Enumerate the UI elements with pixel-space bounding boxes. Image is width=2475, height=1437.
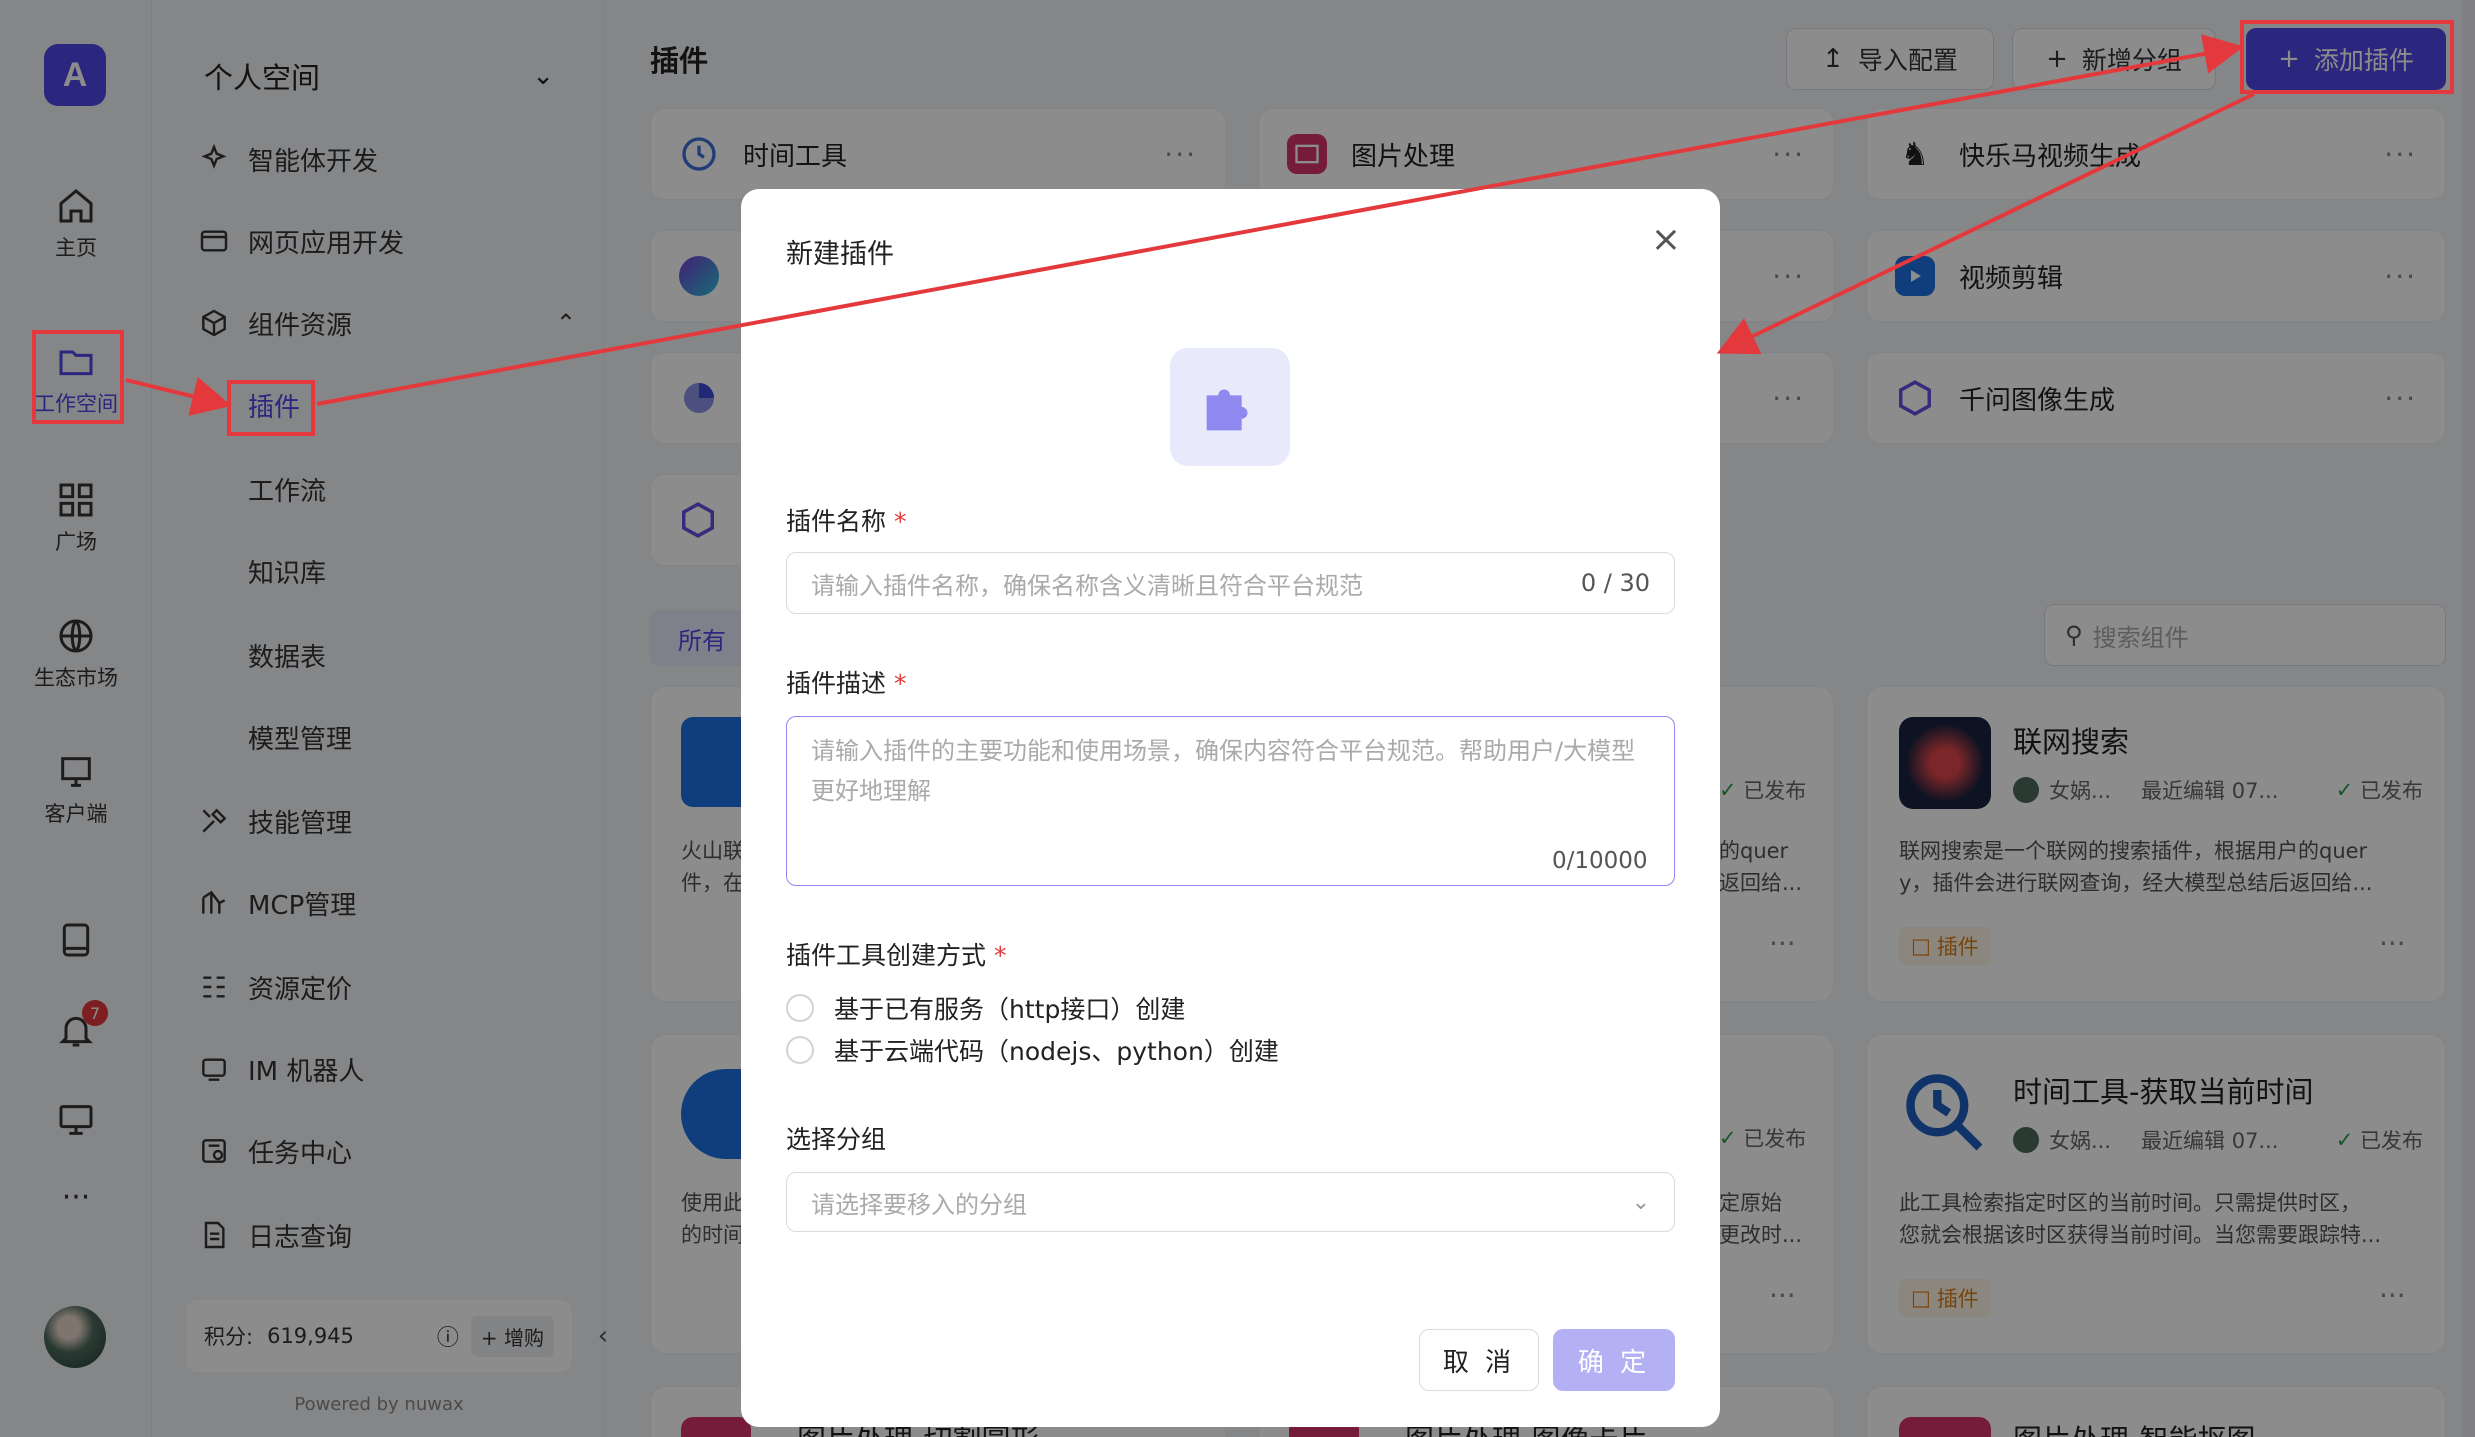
dialog-title: 新建插件	[786, 239, 894, 270]
radio-label: 基于云端代码（nodejs、python）创建	[834, 1037, 1279, 1066]
plugin-desc-textarea[interactable]: 请输入插件的主要功能和使用场景，确保内容符合平台规范。帮助用户/大模型更好地理解	[786, 716, 1675, 886]
method-field-label: 插件工具创建方式 *	[786, 941, 1007, 970]
close-icon[interactable]: ×	[1648, 222, 1684, 258]
confirm-button[interactable]: 确 定	[1553, 1329, 1675, 1391]
name-placeholder: 请输入插件名称，确保名称含义清晰且符合平台规范	[811, 571, 1363, 600]
chevron-down-icon: ⌄	[1631, 1189, 1650, 1215]
cancel-button[interactable]: 取 消	[1419, 1329, 1539, 1391]
radio-option-http[interactable]: 基于已有服务（http接口）创建	[786, 988, 1185, 1028]
radio-option-cloud-code[interactable]: 基于云端代码（nodejs、python）创建	[786, 1030, 1279, 1070]
desc-char-count: 0/10000	[1552, 848, 1648, 874]
annotation-box-plugins	[227, 380, 315, 436]
puzzle-icon	[1206, 389, 1248, 431]
annotation-box-workspace	[32, 330, 124, 424]
group-placeholder: 请选择要移入的分组	[811, 1190, 1027, 1219]
name-char-count: 0 / 30	[1580, 569, 1650, 597]
required-mark: *	[894, 507, 907, 536]
radio-button[interactable]	[786, 1036, 814, 1064]
plugin-avatar-upload[interactable]	[1170, 348, 1290, 466]
annotation-box-add-plugin	[2240, 20, 2454, 94]
plugin-name-input[interactable]: 请输入插件名称，确保名称含义清晰且符合平台规范 0 / 30	[786, 552, 1675, 614]
name-field-label: 插件名称 *	[786, 507, 907, 536]
group-field-label: 选择分组	[786, 1125, 887, 1154]
required-mark: *	[994, 941, 1007, 970]
required-mark: *	[894, 669, 907, 698]
desc-field-label: 插件描述 *	[786, 669, 907, 698]
radio-button[interactable]	[786, 994, 814, 1022]
desc-placeholder: 请输入插件的主要功能和使用场景，确保内容符合平台规范。帮助用户/大模型更好地理解	[811, 737, 1636, 805]
radio-label: 基于已有服务（http接口）创建	[834, 995, 1186, 1024]
group-select[interactable]: 请选择要移入的分组 ⌄	[786, 1172, 1675, 1232]
